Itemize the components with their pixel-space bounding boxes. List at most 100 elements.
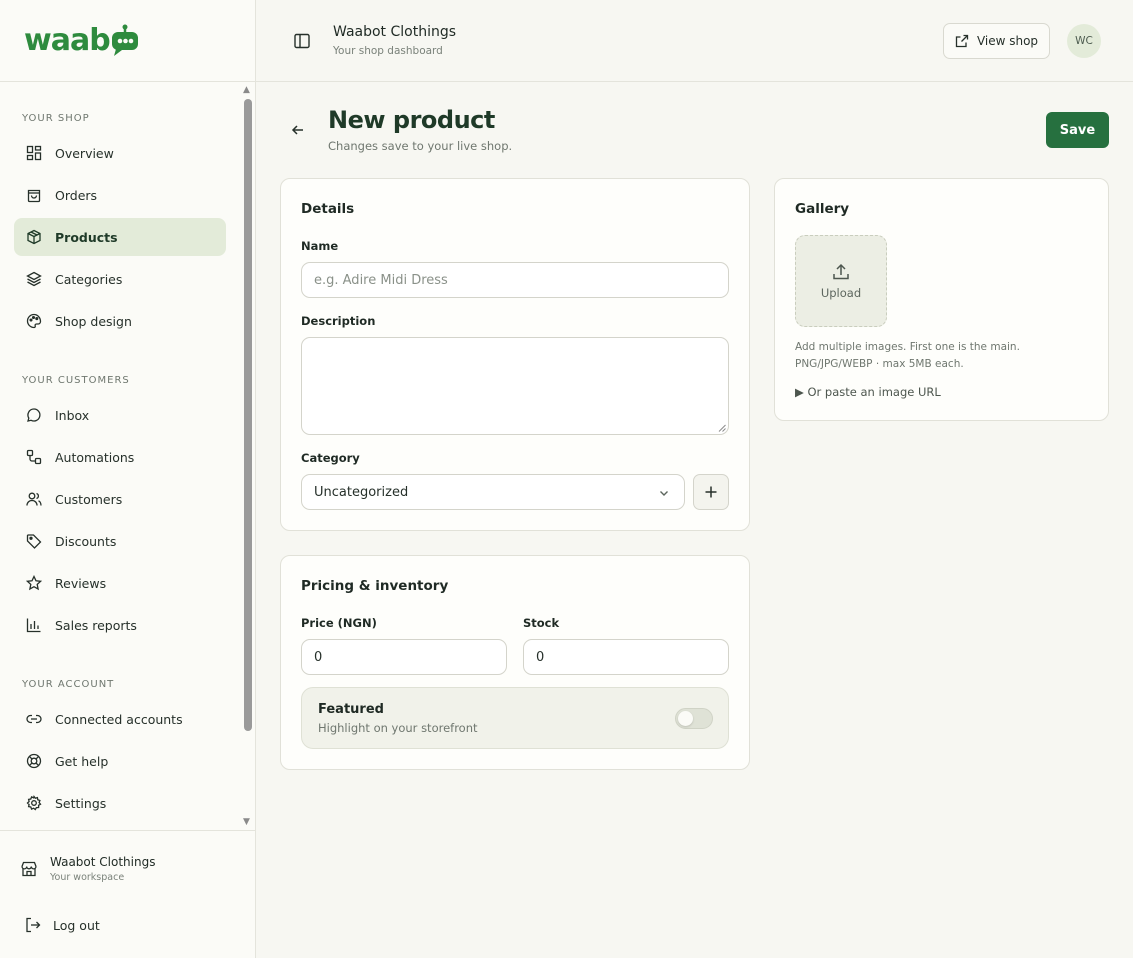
pricing-title: Pricing & inventory [301, 578, 449, 594]
category-select[interactable]: Uncategorized [301, 474, 685, 510]
sidebar-item-label: Connected accounts [55, 711, 183, 727]
add-category-button[interactable] [693, 474, 729, 510]
gallery-card: Gallery Upload Add multiple images. Firs… [774, 178, 1109, 421]
waabot-logo[interactable]: waab [24, 23, 142, 58]
sidebar-item-settings[interactable]: Settings [14, 784, 226, 822]
palette-icon [26, 313, 42, 329]
page-subtitle: Changes save to your live shop. [328, 139, 513, 153]
stock-value: 0 [536, 649, 545, 665]
users-icon [26, 491, 42, 507]
view-shop-label: View shop [976, 34, 1039, 48]
topbar: Waabot Clothings Your shop dashboard Vie… [256, 0, 1133, 82]
sidebar-item-categories[interactable]: Categories [14, 260, 226, 298]
sidebar-item-shop-design[interactable]: Shop design [14, 302, 226, 340]
gallery-note-line2: PNG/JPG/WEBP · max 5MB each. [795, 358, 964, 370]
box-icon [26, 229, 42, 245]
chevron-down-icon [660, 491, 668, 496]
workspace-name: Waabot Clothings [50, 854, 156, 869]
name-label: Name [301, 239, 339, 253]
details-title: Details [301, 201, 355, 217]
sidebar-item-customers[interactable]: Customers [14, 480, 226, 518]
external-link-icon [955, 34, 969, 48]
shop-subtitle: Your shop dashboard [333, 45, 443, 57]
sidebar-item-label: Settings [55, 795, 107, 811]
paste-image-url-toggle[interactable]: ▶ Or paste an image URL [795, 385, 941, 399]
workflow-icon [26, 449, 42, 465]
tag-icon [26, 533, 42, 549]
sidebar-item-orders[interactable]: Orders [14, 176, 226, 214]
category-value: Uncategorized [314, 484, 409, 500]
scroll-up-arrow[interactable]: ▲ [243, 85, 250, 95]
link-icon [26, 711, 42, 727]
sidebar-item-overview[interactable]: Overview [14, 134, 226, 172]
upload-icon [833, 263, 849, 280]
upload-dropzone[interactable]: Upload [795, 235, 887, 327]
description-label: Description [301, 314, 376, 328]
sidebar-item-automations[interactable]: Automations [14, 438, 226, 476]
price-label: Price (NGN) [301, 616, 377, 630]
bag-icon [26, 187, 42, 203]
sidebar-item-get-help[interactable]: Get help [14, 742, 226, 780]
sidebar-item-label: Shop design [55, 313, 132, 329]
sidebar-item-discounts[interactable]: Discounts [14, 522, 226, 560]
sidebar-item-products[interactable]: Products [14, 218, 226, 256]
sidebar-item-label: Sales reports [55, 617, 137, 633]
sidebar-scrollbar[interactable]: ▲ ▼ [241, 85, 253, 829]
details-card: Details Name e.g. Adire Midi Dress Descr… [280, 178, 750, 531]
layers-icon [26, 271, 42, 287]
logo-text: waab [24, 23, 111, 58]
pricing-card: Pricing & inventory Price (NGN) 0 Stock … [280, 555, 750, 770]
chat-icon [26, 407, 42, 423]
stock-input[interactable]: 0 [523, 639, 729, 675]
sidebar-item-reviews[interactable]: Reviews [14, 564, 226, 602]
gallery-title: Gallery [795, 201, 850, 217]
view-shop-button[interactable]: View shop [943, 23, 1050, 59]
sidebar-item-label: Discounts [55, 533, 117, 549]
save-button[interactable]: Save [1046, 112, 1109, 148]
bot-logo-icon [111, 24, 138, 56]
sidebar-item-label: Categories [55, 271, 123, 287]
page-title: New product [328, 106, 495, 134]
featured-toggle[interactable] [675, 708, 713, 729]
scrollbar-thumb[interactable] [244, 99, 252, 731]
price-input[interactable]: 0 [301, 639, 507, 675]
featured-title: Featured [318, 702, 384, 717]
featured-row: Featured Highlight on your storefront [301, 687, 729, 749]
name-input[interactable]: e.g. Adire Midi Dress [301, 262, 729, 298]
toggle-knob [678, 711, 693, 726]
logo-area: waab [0, 0, 255, 82]
gear-icon [26, 795, 42, 811]
scroll-down-arrow[interactable]: ▼ [243, 817, 250, 827]
logout-button[interactable]: Log out [24, 916, 100, 934]
workspace-sub: Your workspace [50, 871, 125, 883]
workspace-switcher[interactable]: Waabot Clothings Your workspace [0, 830, 256, 906]
sidebar-item-label: Customers [55, 491, 123, 507]
grid-icon [26, 145, 42, 161]
sidebar-item-label: Automations [55, 449, 135, 465]
bar-chart-icon [26, 617, 42, 633]
sidebar-item-sales-reports[interactable]: Sales reports [14, 606, 226, 644]
featured-subtitle: Highlight on your storefront [318, 721, 478, 735]
sidebar-nav: YOUR SHOP Overview Orders Products Categ… [0, 82, 256, 830]
sidebar-item-connected-accounts[interactable]: Connected accounts [14, 700, 226, 738]
sidebar-item-inbox[interactable]: Inbox [14, 396, 226, 434]
resize-handle-icon[interactable] [718, 424, 726, 432]
gallery-note-line1: Add multiple images. First one is the ma… [795, 341, 1020, 353]
store-icon [20, 860, 38, 878]
sidebar-item-label: Overview [55, 145, 114, 161]
section-label-your-shop: YOUR SHOP [22, 113, 90, 124]
description-textarea[interactable] [301, 337, 729, 435]
avatar[interactable]: WC [1067, 24, 1101, 58]
upload-label: Upload [820, 286, 862, 300]
sidebar-toggle-icon[interactable] [293, 32, 311, 50]
back-arrow-icon[interactable] [290, 122, 306, 138]
sidebar-item-label: Products [55, 229, 118, 245]
section-label-your-account: YOUR ACCOUNT [22, 679, 115, 690]
sidebar-item-label: Reviews [55, 575, 107, 591]
name-placeholder: e.g. Adire Midi Dress [314, 272, 448, 288]
logout-label: Log out [53, 917, 100, 933]
sidebar-item-label: Inbox [55, 407, 90, 423]
shop-title: Waabot Clothings [333, 24, 457, 40]
sidebar-item-label: Get help [55, 753, 109, 769]
category-label: Category [301, 451, 360, 465]
